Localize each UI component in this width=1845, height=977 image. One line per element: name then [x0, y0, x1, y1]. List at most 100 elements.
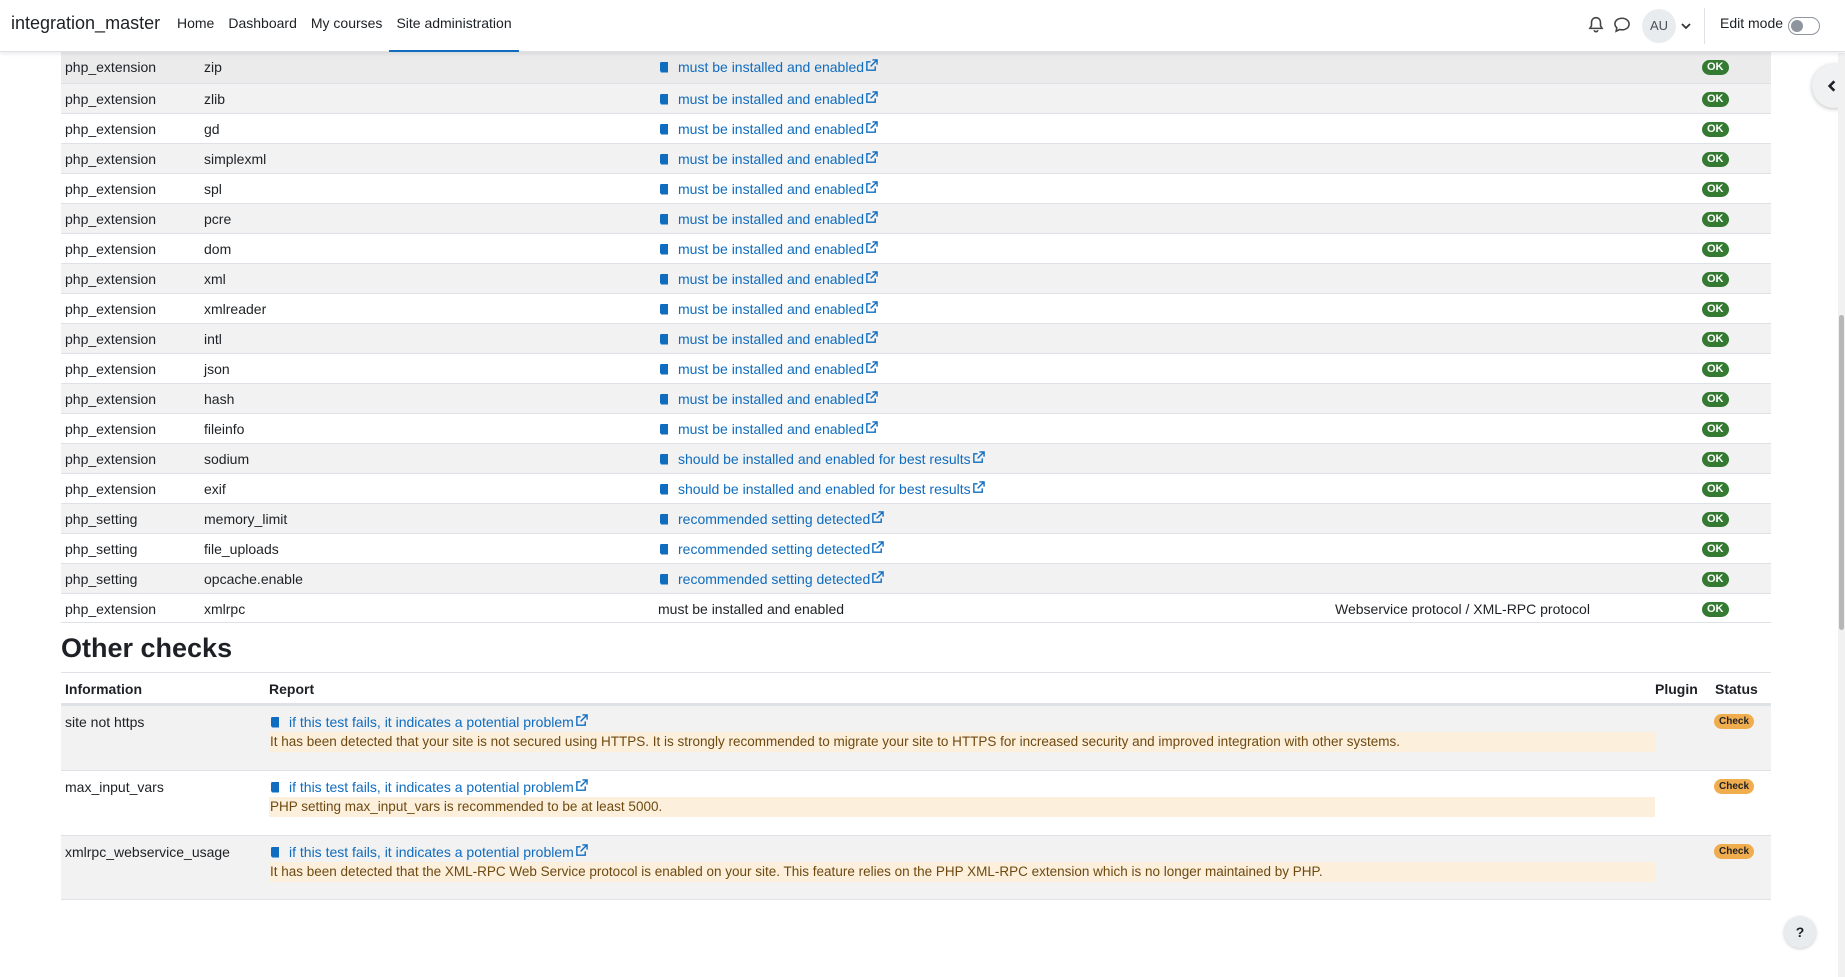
row-report-link[interactable]: must be installed and enabled	[658, 181, 878, 197]
status-badge: OK	[1702, 392, 1729, 407]
header-plugin: Plugin	[1655, 681, 1698, 697]
report-link-text[interactable]: must be installed and enabled	[678, 211, 864, 227]
report-link-text[interactable]: should be installed and enabled for best…	[678, 451, 971, 467]
edit-mode-toggle[interactable]	[1788, 17, 1820, 35]
row-report-link[interactable]: should be installed and enabled for best…	[658, 481, 985, 497]
table-row: php_extension dom must be installed and en…	[61, 233, 1771, 263]
report-link-text[interactable]: must be installed and enabled	[678, 331, 864, 347]
page-scrollbar-thumb[interactable]	[1839, 315, 1844, 630]
table-row: php_extension xml must be installed and en…	[61, 263, 1771, 293]
report-link-text[interactable]: must be installed and enabled	[678, 361, 864, 377]
nav-site-administration[interactable]: Site administration	[389, 0, 519, 52]
row-report: must be installed and enabled	[658, 601, 845, 617]
row-name: xmlreader	[204, 301, 267, 317]
row-type: php_setting	[65, 511, 138, 527]
environment-table-body: php_extension zip must be installed and en…	[61, 52, 1771, 623]
book-icon	[659, 514, 668, 525]
report-link-text[interactable]: must be installed and enabled	[678, 391, 864, 407]
book-icon	[659, 244, 668, 255]
chevron-down-icon[interactable]	[1680, 20, 1692, 32]
help-button[interactable]: ?	[1784, 916, 1816, 948]
table-row: php_extension sodium should be installed a…	[61, 443, 1771, 473]
check-report-link[interactable]: if this test fails, it indicates a poten…	[269, 779, 588, 795]
row-name: memory_limit	[204, 511, 288, 527]
row-report-link[interactable]: must be installed and enabled	[658, 211, 878, 227]
messages-chat-icon[interactable]	[1613, 16, 1631, 34]
notifications-bell-icon[interactable]	[1587, 16, 1605, 34]
row-report-link[interactable]: must be installed and enabled	[658, 301, 878, 317]
status-badge: OK	[1702, 60, 1729, 75]
table-row: php_extension zip must be installed and en…	[61, 52, 1771, 83]
status-badge: OK	[1702, 542, 1729, 557]
report-link-text[interactable]: recommended setting detected	[678, 511, 870, 527]
header-information: Information	[65, 681, 142, 697]
check-link-text[interactable]: if this test fails, it indicates a poten…	[289, 844, 574, 860]
table-row: php_extension gd must be installed and ena…	[61, 113, 1771, 143]
report-link-text[interactable]: must be installed and enabled	[678, 271, 864, 287]
row-name: zip	[204, 59, 222, 75]
row-name: fileinfo	[204, 421, 245, 437]
report-link-text[interactable]: should be installed and enabled for best…	[678, 481, 971, 497]
row-type: php_extension	[65, 361, 157, 377]
other-check-row: max_input_vars if this test fails, it ind…	[61, 770, 1771, 835]
row-name: opcache.enable	[204, 571, 303, 587]
row-report-link[interactable]: must be installed and enabled	[658, 151, 878, 167]
check-link-text[interactable]: if this test fails, it indicates a poten…	[289, 779, 574, 795]
row-report-link[interactable]: must be installed and enabled	[658, 361, 878, 377]
report-link-text[interactable]: must be installed and enabled	[678, 91, 864, 107]
row-report-link[interactable]: must be installed and enabled	[658, 421, 878, 437]
external-link-icon	[972, 481, 985, 493]
other-checks-header: Information Report Plugin Status	[61, 672, 1771, 705]
report-link-text[interactable]: must be installed and enabled	[678, 421, 864, 437]
row-report-link[interactable]: must be installed and enabled	[658, 271, 878, 287]
table-row: php_setting opcache.enable recommended set…	[61, 563, 1771, 593]
check-report-link[interactable]: if this test fails, it indicates a poten…	[269, 844, 588, 860]
row-report-link[interactable]: should be installed and enabled for best…	[658, 451, 985, 467]
row-report-link[interactable]: recommended setting detected	[658, 571, 885, 587]
check-information: site not https	[65, 714, 145, 730]
book-icon	[659, 484, 668, 495]
row-name: json	[204, 361, 230, 377]
row-report-link[interactable]: must be installed and enabled	[658, 241, 878, 257]
report-link-text[interactable]: recommended setting detected	[678, 541, 870, 557]
status-badge: OK	[1702, 362, 1729, 377]
external-link-icon	[575, 779, 588, 791]
nav-home[interactable]: Home	[170, 0, 221, 52]
user-avatar[interactable]: AU	[1642, 9, 1676, 43]
other-check-row: site not https if this test fails, it ind…	[61, 705, 1771, 770]
check-link-text[interactable]: if this test fails, it indicates a poten…	[289, 714, 574, 730]
row-report-link[interactable]: must be installed and enabled	[658, 91, 878, 107]
report-link-text[interactable]: recommended setting detected	[678, 571, 870, 587]
site-brand[interactable]: integration_master	[11, 13, 160, 34]
check-information: max_input_vars	[65, 779, 164, 795]
row-report-link[interactable]: recommended setting detected	[658, 511, 885, 527]
report-link-text[interactable]: must be installed and enabled	[678, 121, 864, 137]
report-link-text[interactable]: must be installed and enabled	[678, 59, 864, 75]
report-link-text[interactable]: must be installed and enabled	[678, 301, 864, 317]
external-link-icon	[866, 181, 878, 193]
row-report-link[interactable]: must be installed and enabled	[658, 391, 878, 407]
report-link-text[interactable]: must be installed and enabled	[678, 181, 864, 197]
report-link-text[interactable]: must be installed and enabled	[678, 241, 864, 257]
check-information: xmlrpc_webservice_usage	[65, 844, 230, 860]
nav-my-courses[interactable]: My courses	[304, 0, 390, 52]
book-icon	[659, 62, 668, 73]
nav-dashboard[interactable]: Dashboard	[221, 0, 304, 52]
book-icon	[659, 544, 668, 555]
row-type: php_extension	[65, 241, 157, 257]
primary-navigation: Home Dashboard My courses Site administr…	[170, 0, 519, 52]
check-warning-message: It has been detected that the XML-RPC We…	[269, 862, 1655, 882]
row-report-link[interactable]: must be installed and enabled	[658, 121, 878, 137]
report-link-text[interactable]: must be installed and enabled	[678, 151, 864, 167]
check-report-link[interactable]: if this test fails, it indicates a poten…	[269, 714, 588, 730]
row-name: exif	[204, 481, 226, 497]
check-status-badge: Check	[1714, 779, 1755, 794]
row-report-link[interactable]: must be installed and enabled	[658, 331, 878, 347]
row-report-link[interactable]: recommended setting detected	[658, 541, 885, 557]
row-type: php_extension	[65, 421, 157, 437]
other-checks-heading: Other checks	[61, 633, 233, 663]
row-report-link[interactable]: must be installed and enabled	[658, 59, 878, 75]
status-badge: OK	[1702, 482, 1729, 497]
row-type: php_extension	[65, 59, 157, 75]
book-icon	[270, 782, 279, 793]
